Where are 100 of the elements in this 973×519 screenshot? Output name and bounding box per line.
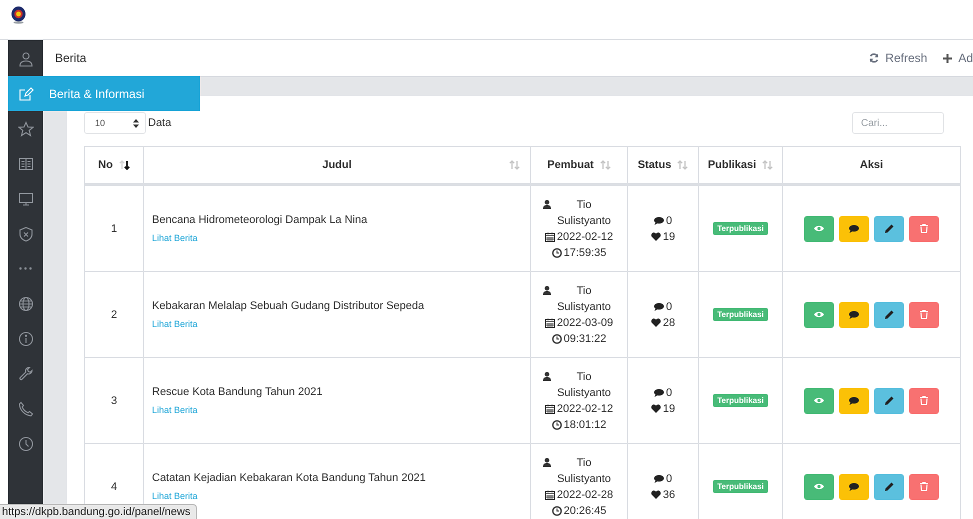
status-badge: Terpublikasi	[713, 394, 768, 407]
page-title: Berita	[55, 51, 88, 65]
created-time: 09:31:22	[564, 332, 606, 346]
delete-button[interactable]	[909, 216, 939, 242]
plus-icon	[943, 54, 952, 62]
spinner-icon	[133, 118, 139, 128]
menu-flyout[interactable]: Berita & Informasi	[43, 76, 200, 111]
calendar-icon	[544, 490, 555, 500]
clock-icon	[18, 436, 34, 452]
status-url: https://dkpb.bandung.go.id/panel/news	[0, 504, 198, 519]
search-field[interactable]: Cari...	[852, 112, 944, 134]
speech-bubble-icon	[849, 224, 859, 232]
view-news-link[interactable]: Lihat Berita	[152, 232, 198, 242]
user-icon	[18, 50, 34, 66]
pencil-icon	[884, 482, 894, 491]
view-news-link[interactable]: Lihat Berita	[152, 404, 198, 414]
news-title: Kebakaran Melalap Sebuah Gudang Distributor Sepeda	[152, 300, 426, 312]
created-time: 18:01:12	[564, 418, 606, 432]
user-icon	[543, 372, 551, 380]
phone-icon	[18, 400, 34, 416]
logo-icon	[11, 6, 26, 24]
star-icon	[18, 120, 34, 136]
like-count: 19	[662, 230, 676, 244]
trash-icon	[920, 310, 928, 319]
calendar-icon	[544, 404, 555, 414]
trash-icon	[920, 396, 928, 405]
comment-button[interactable]	[839, 302, 869, 328]
heart-icon	[650, 232, 661, 241]
edit-button[interactable]	[874, 388, 904, 414]
delete-button[interactable]	[909, 302, 939, 328]
edit-button[interactable]	[874, 216, 904, 242]
clock-icon	[552, 506, 562, 516]
comment-button[interactable]	[839, 216, 869, 242]
edit-button[interactable]	[874, 474, 904, 500]
book-icon	[18, 156, 34, 172]
user-icon	[543, 200, 551, 208]
clock-icon	[552, 334, 562, 344]
row-number: 4	[110, 480, 118, 492]
clock-icon	[552, 420, 562, 430]
created-date: 2022-02-28	[556, 488, 614, 502]
eye-icon	[814, 483, 824, 490]
sidebar-item[interactable]	[8, 76, 43, 111]
status-badge: Terpublikasi	[713, 480, 768, 493]
view-news-link[interactable]: Lihat Berita	[152, 318, 198, 328]
delete-button[interactable]	[909, 388, 939, 414]
comment-count: 0	[666, 472, 672, 486]
row-number: 3	[110, 394, 118, 406]
pencil-icon	[884, 310, 894, 319]
speech-bubble-icon	[849, 396, 859, 404]
view-news-link[interactable]: Lihat Berita	[152, 490, 198, 500]
add-button[interactable]: Ad	[943, 51, 973, 65]
like-count: 19	[662, 402, 676, 416]
column-header[interactable]: Publikasi	[698, 146, 782, 184]
column-header[interactable]: Status	[628, 146, 698, 184]
edit-icon	[18, 86, 34, 102]
delete-button[interactable]	[909, 474, 939, 500]
calendar-icon	[544, 318, 555, 328]
user-icon	[543, 458, 551, 466]
comment-button[interactable]	[839, 474, 869, 500]
like-count: 28	[662, 316, 676, 330]
news-title: Rescue Kota Bandung Tahun 2021	[152, 386, 324, 398]
comment-count: 0	[666, 214, 672, 228]
speech-bubble-icon	[654, 388, 664, 396]
speech-bubble-icon	[654, 216, 664, 224]
page-size-select[interactable]: 10	[84, 112, 146, 134]
refresh-icon	[869, 53, 880, 63]
eye-icon	[814, 311, 824, 318]
column-header[interactable]: Judul	[144, 146, 530, 184]
author-name: Tio Sulistyanto	[556, 456, 612, 486]
calendar-icon	[544, 232, 555, 242]
row-number: 1	[110, 222, 118, 234]
view-button[interactable]	[804, 388, 834, 414]
globe-icon	[18, 296, 34, 312]
speech-bubble-icon	[849, 482, 859, 490]
speech-bubble-icon	[654, 302, 664, 310]
monitor-icon	[18, 190, 34, 206]
comment-button[interactable]	[839, 388, 869, 414]
created-time: 17:59:35	[564, 246, 606, 260]
view-button[interactable]	[804, 474, 834, 500]
info-icon	[18, 330, 34, 346]
view-button[interactable]	[804, 216, 834, 242]
author-name: Tio Sulistyanto	[556, 370, 612, 400]
trash-icon	[920, 482, 928, 491]
status-badge: Terpublikasi	[713, 222, 768, 235]
page-size-label: Data	[147, 117, 172, 129]
heart-icon	[650, 318, 661, 327]
dots-icon	[19, 267, 32, 270]
pencil-icon	[884, 224, 894, 233]
eye-icon	[814, 225, 824, 232]
refresh-button[interactable]: Refresh	[869, 51, 928, 65]
author-name: Tio Sulistyanto	[556, 284, 612, 314]
sort-icon[interactable]	[118, 160, 130, 170]
shield-icon	[18, 226, 34, 242]
row-number: 2	[110, 308, 118, 320]
view-button[interactable]	[804, 302, 834, 328]
user-icon	[543, 286, 551, 294]
column-header[interactable]: No	[84, 146, 144, 184]
column-header[interactable]: Pembuat	[530, 146, 628, 184]
edit-button[interactable]	[874, 302, 904, 328]
pencil-icon	[884, 396, 894, 405]
